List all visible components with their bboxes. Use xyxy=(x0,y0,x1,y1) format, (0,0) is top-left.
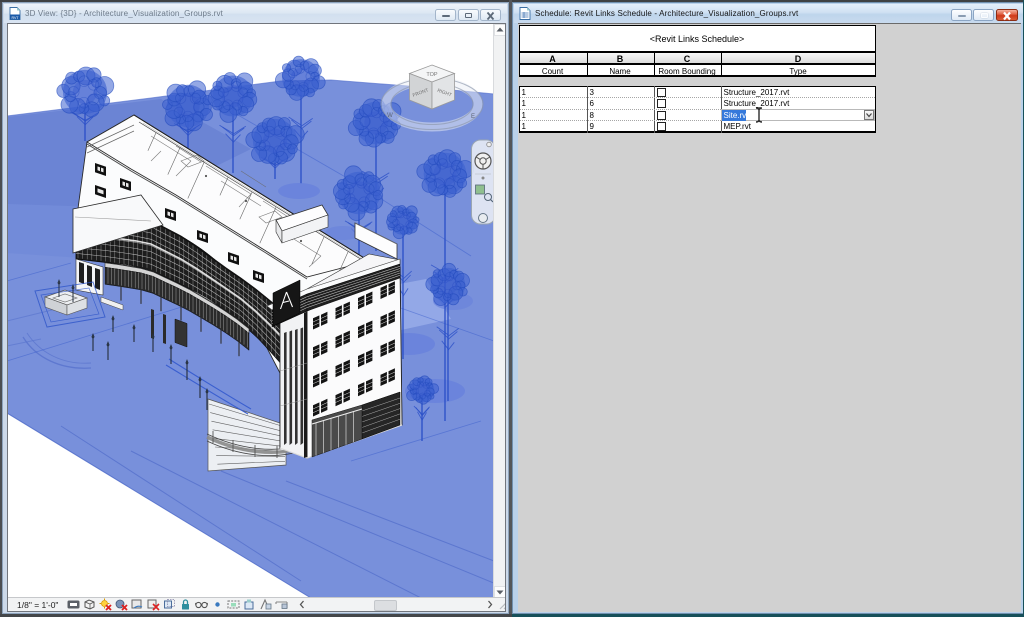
svg-text:RVT: RVT xyxy=(11,16,19,20)
svg-text:W: W xyxy=(387,113,393,119)
svg-text:TOP: TOP xyxy=(426,72,438,78)
svg-text:E: E xyxy=(471,114,475,120)
